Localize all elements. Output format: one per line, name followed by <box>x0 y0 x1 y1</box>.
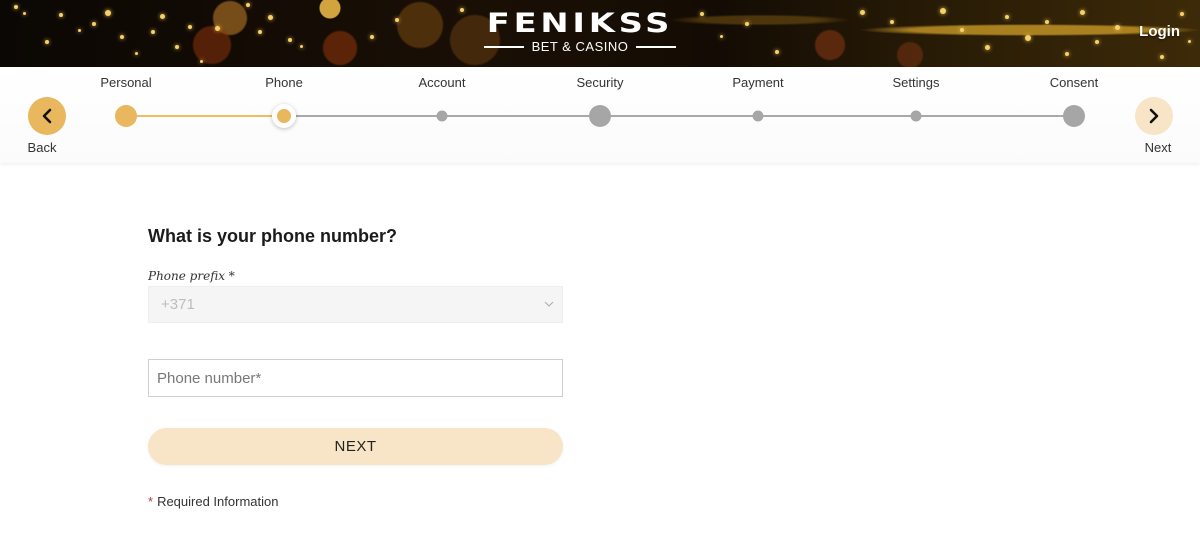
login-link[interactable]: Login <box>1139 23 1180 40</box>
step-payment[interactable]: Payment <box>708 67 808 122</box>
step-account[interactable]: Account <box>392 67 492 122</box>
step-dot-pending <box>436 110 448 122</box>
chevron-down-icon <box>544 296 554 314</box>
step-label: Account <box>418 75 466 90</box>
form-title: What is your phone number? <box>148 226 398 246</box>
site-header: FENIKSS BET & CASINO Login <box>0 0 1200 67</box>
phone-number-field-wrapper <box>148 359 563 397</box>
phone-form: What is your phone number? Phone prefix … <box>148 225 563 509</box>
step-dot-pending <box>752 110 764 122</box>
registration-stepper: Back Personal Phone Account Security Pay… <box>0 67 1200 163</box>
step-dot-current <box>272 104 296 128</box>
step-label: Settings <box>892 75 940 90</box>
submit-next-button[interactable]: NEXT <box>148 428 563 465</box>
step-settings[interactable]: Settings <box>866 67 966 122</box>
step-label: Security <box>576 75 624 90</box>
phone-prefix-value: +371 <box>161 296 195 313</box>
step-dot-pending-major <box>1063 105 1085 127</box>
required-note-text: Required Information <box>157 494 279 509</box>
step-dot-done <box>115 105 137 127</box>
required-info-note: * Required Information <box>148 494 563 509</box>
phone-prefix-select[interactable]: +371 <box>148 286 563 323</box>
phone-number-input[interactable] <box>157 369 554 387</box>
chevron-right-icon <box>1149 108 1159 124</box>
next-label: Next <box>1144 140 1172 155</box>
brand-tagline-row: BET & CASINO <box>482 39 678 55</box>
step-dot-pending-major <box>589 105 611 127</box>
back-label: Back <box>27 140 57 155</box>
step-label: Personal <box>100 75 152 90</box>
phone-prefix-label: Phone prefix * <box>148 269 235 283</box>
step-consent[interactable]: Consent <box>1024 67 1124 127</box>
required-star: * <box>148 494 154 509</box>
tagline-rule-right <box>636 46 677 48</box>
step-personal[interactable]: Personal <box>76 67 176 127</box>
chevron-left-icon <box>42 108 52 124</box>
brand-logo[interactable]: FENIKSS BET & CASINO <box>482 10 678 56</box>
step-security[interactable]: Security <box>550 67 650 127</box>
next-step-button[interactable] <box>1135 97 1173 135</box>
step-label: Consent <box>1049 75 1099 90</box>
back-button[interactable] <box>28 97 66 135</box>
brand-name: FENIKSS <box>486 8 674 39</box>
progress-track-remaining <box>284 115 1074 117</box>
step-label: Phone <box>265 75 303 90</box>
tagline-rule-left <box>483 46 524 48</box>
step-phone[interactable]: Phone <box>234 67 334 128</box>
progress-track-complete <box>125 115 284 117</box>
brand-tagline: BET & CASINO <box>531 39 629 54</box>
step-dot-pending <box>910 110 922 122</box>
step-label: Payment <box>732 75 784 90</box>
